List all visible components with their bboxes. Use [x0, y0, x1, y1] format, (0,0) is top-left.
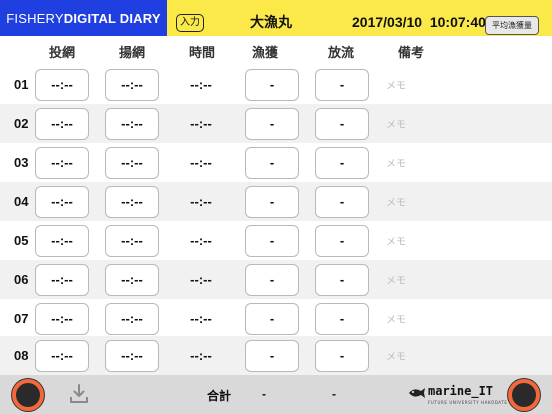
left-knob-button[interactable] — [12, 379, 44, 411]
cast-time-field[interactable]: --:-- — [35, 147, 89, 179]
row-number: 05 — [14, 233, 29, 248]
release-field[interactable]: - — [315, 264, 369, 296]
memo-field[interactable]: メモ — [386, 348, 406, 363]
haul-time-field[interactable]: --:-- — [105, 186, 159, 218]
row-number: 03 — [14, 155, 29, 170]
row-number: 06 — [14, 272, 29, 287]
memo-field[interactable]: メモ — [386, 311, 406, 326]
release-field[interactable]: - — [315, 225, 369, 257]
footer-bar: 合計 - - marine_IT FUTURE UNIVERSITY HAKOD… — [0, 375, 552, 414]
cast-time-field[interactable]: --:-- — [35, 264, 89, 296]
duration-value: --:-- — [190, 272, 212, 287]
row-number: 04 — [14, 194, 29, 209]
row-number: 08 — [14, 348, 29, 363]
marine-it-logo: marine_IT FUTURE UNIVERSITY HAKODATE — [408, 383, 507, 407]
logo-text: marine_IT — [428, 384, 494, 398]
memo-field[interactable]: メモ — [386, 116, 406, 131]
cast-time-field[interactable]: --:-- — [35, 108, 89, 140]
column-header-cast: 投網 — [48, 46, 75, 61]
right-knob-button[interactable] — [508, 379, 540, 411]
fish-logo-icon — [409, 388, 425, 398]
release-field[interactable]: - — [315, 147, 369, 179]
catch-field[interactable]: - — [245, 186, 299, 218]
row-number: 02 — [14, 116, 29, 131]
haul-time-field[interactable]: --:-- — [105, 264, 159, 296]
total-catch-value: - — [262, 387, 266, 401]
haul-time-field[interactable]: --:-- — [105, 69, 159, 101]
release-field[interactable]: - — [315, 108, 369, 140]
duration-value: --:-- — [190, 348, 212, 363]
table-row: 03 --:-- --:-- --:-- - - メモ — [0, 143, 552, 182]
cast-time-field[interactable]: --:-- — [35, 303, 89, 335]
duration-value: --:-- — [190, 311, 212, 326]
haul-time-field[interactable]: --:-- — [105, 147, 159, 179]
total-label: 合計 — [207, 389, 232, 403]
catch-field[interactable]: - — [245, 340, 299, 372]
catch-field[interactable]: - — [245, 225, 299, 257]
memo-field[interactable]: メモ — [386, 194, 406, 209]
brand-bold: DIGITAL DIARY — [63, 10, 161, 26]
table-row: 08 --:-- --:-- --:-- - - メモ — [0, 336, 552, 375]
column-header-haul: 揚網 — [118, 46, 145, 61]
average-catch-button[interactable]: 平均漁獲量 — [485, 16, 539, 35]
haul-time-field[interactable]: --:-- — [105, 340, 159, 372]
datetime: 2017/03/10 10:07:40 — [352, 14, 486, 30]
catch-field[interactable]: - — [245, 108, 299, 140]
haul-time-field[interactable]: --:-- — [105, 303, 159, 335]
cast-time-field[interactable]: --:-- — [35, 69, 89, 101]
cast-time-field[interactable]: --:-- — [35, 186, 89, 218]
table-row: 01 --:-- --:-- --:-- - - メモ — [0, 65, 552, 104]
total-release-value: - — [332, 387, 336, 401]
table-row: 06 --:-- --:-- --:-- - - メモ — [0, 260, 552, 299]
catch-field[interactable]: - — [245, 147, 299, 179]
memo-field[interactable]: メモ — [386, 155, 406, 170]
cast-time-field[interactable]: --:-- — [35, 225, 89, 257]
catch-field[interactable]: - — [245, 264, 299, 296]
brand-light: FISHERY — [6, 10, 64, 26]
ship-name: 大漁丸 — [250, 15, 292, 31]
catch-field[interactable]: - — [245, 69, 299, 101]
release-field[interactable]: - — [315, 340, 369, 372]
app-brand: FISHERY DIGITAL DIARY — [0, 0, 167, 36]
logo-subtext: FUTURE UNIVERSITY HAKODATE — [428, 400, 508, 405]
release-field[interactable]: - — [315, 69, 369, 101]
haul-time-field[interactable]: --:-- — [105, 108, 159, 140]
download-icon[interactable] — [68, 383, 90, 405]
duration-value: --:-- — [190, 233, 212, 248]
column-header-time: 時間 — [188, 46, 215, 61]
header-bar: FISHERY DIGITAL DIARY 入力 大漁丸 2017/03/10 … — [0, 0, 552, 36]
column-header-release: 放流 — [327, 46, 354, 61]
table-row: 05 --:-- --:-- --:-- - - メモ — [0, 221, 552, 260]
duration-value: --:-- — [190, 116, 212, 131]
duration-value: --:-- — [190, 155, 212, 170]
memo-field[interactable]: メモ — [386, 77, 406, 92]
column-header-notes: 備考 — [397, 46, 424, 61]
memo-field[interactable]: メモ — [386, 272, 406, 287]
catch-field[interactable]: - — [245, 303, 299, 335]
table-row: 04 --:-- --:-- --:-- - - メモ — [0, 182, 552, 221]
duration-value: --:-- — [190, 194, 212, 209]
table-row: 07 --:-- --:-- --:-- - - メモ — [0, 299, 552, 338]
duration-value: --:-- — [190, 77, 212, 92]
haul-time-field[interactable]: --:-- — [105, 225, 159, 257]
release-field[interactable]: - — [315, 303, 369, 335]
row-number: 01 — [14, 77, 29, 92]
cast-time-field[interactable]: --:-- — [35, 340, 89, 372]
memo-field[interactable]: メモ — [386, 233, 406, 248]
column-header-catch: 漁獲 — [251, 46, 278, 61]
table-row: 02 --:-- --:-- --:-- - - メモ — [0, 104, 552, 143]
release-field[interactable]: - — [315, 186, 369, 218]
mode-badge[interactable]: 入力 — [176, 14, 204, 32]
row-number: 07 — [14, 311, 29, 326]
